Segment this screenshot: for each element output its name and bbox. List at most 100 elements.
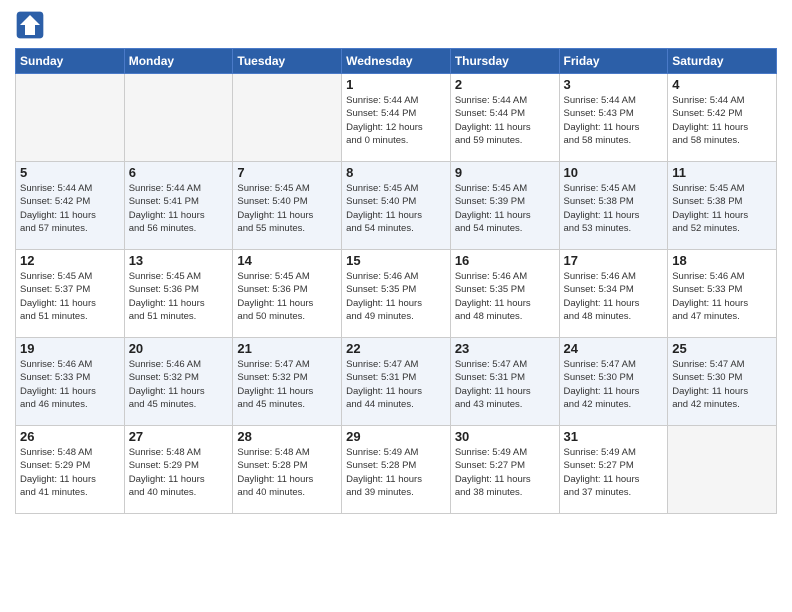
calendar-cell: 27Sunrise: 5:48 AM Sunset: 5:29 PM Dayli… bbox=[124, 426, 233, 514]
day-number: 6 bbox=[129, 165, 229, 180]
day-number: 22 bbox=[346, 341, 446, 356]
week-row-5: 26 Sunrise: 5:48 AM Sunset: 5:29 PM Dayli… bbox=[16, 426, 777, 514]
day-info: Sunrise: 5:46 AM Sunset: 5:33 PM Dayligh… bbox=[20, 358, 120, 411]
weekday-header-thursday: Thursday bbox=[450, 49, 559, 74]
weekday-header-wednesday: Wednesday bbox=[342, 49, 451, 74]
calendar-cell: 3 Sunrise: 5:44 AM Sunset: 5:43 PM Daylig… bbox=[559, 74, 668, 162]
logo bbox=[15, 10, 49, 40]
day-info: Sunrise: 5:45 AM Sunset: 5:38 PM Dayligh… bbox=[564, 182, 664, 235]
calendar-cell: 28 Sunrise: 5:48 AM Sunset: 5:28 PM Dayli… bbox=[233, 426, 342, 514]
weekday-header-row: SundayMondayTuesdayWednesdayThursdayFrid… bbox=[16, 49, 777, 74]
day-number: 3 bbox=[564, 77, 664, 92]
calendar-cell: 24Sunrise: 5:47 AM Sunset: 5:30 PM Dayli… bbox=[559, 338, 668, 426]
calendar-cell: 26 Sunrise: 5:48 AM Sunset: 5:29 PM Dayli… bbox=[16, 426, 125, 514]
day-number: 7 bbox=[237, 165, 337, 180]
day-number: 8 bbox=[346, 165, 446, 180]
calendar-cell: 6Sunrise: 5:44 AM Sunset: 5:41 PM Daylig… bbox=[124, 162, 233, 250]
day-number: 1 bbox=[346, 77, 446, 92]
day-info: Sunrise: 5:46 AM Sunset: 5:35 PM Dayligh… bbox=[455, 270, 555, 323]
week-row-1: 1 Sunrise: 5:44 AM Sunset: 5:44 PM Daylig… bbox=[16, 74, 777, 162]
day-number: 14 bbox=[237, 253, 337, 268]
calendar-cell: 22 Sunrise: 5:47 AM Sunset: 5:31 PM Dayli… bbox=[342, 338, 451, 426]
calendar-cell: 16 Sunrise: 5:46 AM Sunset: 5:35 PM Dayli… bbox=[450, 250, 559, 338]
day-info: Sunrise: 5:46 AM Sunset: 5:35 PM Dayligh… bbox=[346, 270, 446, 323]
day-number: 31 bbox=[564, 429, 664, 444]
day-number: 24 bbox=[564, 341, 664, 356]
calendar-cell: 7 Sunrise: 5:45 AM Sunset: 5:40 PM Daylig… bbox=[233, 162, 342, 250]
day-number: 9 bbox=[455, 165, 555, 180]
week-row-4: 19 Sunrise: 5:46 AM Sunset: 5:33 PM Dayli… bbox=[16, 338, 777, 426]
logo-icon bbox=[15, 10, 45, 40]
calendar-cell: 31 Sunrise: 5:49 AM Sunset: 5:27 PM Dayli… bbox=[559, 426, 668, 514]
day-number: 25 bbox=[672, 341, 772, 356]
day-info: Sunrise: 5:47 AM Sunset: 5:30 PM Dayligh… bbox=[672, 358, 772, 411]
day-info: Sunrise: 5:45 AM Sunset: 5:37 PM Dayligh… bbox=[20, 270, 120, 323]
day-number: 28 bbox=[237, 429, 337, 444]
day-info: Sunrise: 5:45 AM Sunset: 5:39 PM Dayligh… bbox=[455, 182, 555, 235]
day-info: Sunrise: 5:47 AM Sunset: 5:31 PM Dayligh… bbox=[346, 358, 446, 411]
weekday-header-tuesday: Tuesday bbox=[233, 49, 342, 74]
calendar-cell: 15 Sunrise: 5:46 AM Sunset: 5:35 PM Dayli… bbox=[342, 250, 451, 338]
calendar-cell: 14 Sunrise: 5:45 AM Sunset: 5:36 PM Dayli… bbox=[233, 250, 342, 338]
day-number: 30 bbox=[455, 429, 555, 444]
weekday-header-sunday: Sunday bbox=[16, 49, 125, 74]
day-number: 19 bbox=[20, 341, 120, 356]
day-number: 4 bbox=[672, 77, 772, 92]
header bbox=[15, 10, 777, 40]
day-info: Sunrise: 5:49 AM Sunset: 5:27 PM Dayligh… bbox=[564, 446, 664, 499]
weekday-header-friday: Friday bbox=[559, 49, 668, 74]
day-info: Sunrise: 5:44 AM Sunset: 5:42 PM Dayligh… bbox=[672, 94, 772, 147]
week-row-3: 12 Sunrise: 5:45 AM Sunset: 5:37 PM Dayli… bbox=[16, 250, 777, 338]
calendar-cell bbox=[16, 74, 125, 162]
day-number: 26 bbox=[20, 429, 120, 444]
day-number: 12 bbox=[20, 253, 120, 268]
day-number: 23 bbox=[455, 341, 555, 356]
day-number: 29 bbox=[346, 429, 446, 444]
day-number: 15 bbox=[346, 253, 446, 268]
week-row-2: 5Sunrise: 5:44 AM Sunset: 5:42 PM Daylig… bbox=[16, 162, 777, 250]
calendar-cell: 23Sunrise: 5:47 AM Sunset: 5:31 PM Dayli… bbox=[450, 338, 559, 426]
calendar: SundayMondayTuesdayWednesdayThursdayFrid… bbox=[15, 48, 777, 514]
day-number: 2 bbox=[455, 77, 555, 92]
day-info: Sunrise: 5:49 AM Sunset: 5:27 PM Dayligh… bbox=[455, 446, 555, 499]
calendar-cell: 10 Sunrise: 5:45 AM Sunset: 5:38 PM Dayli… bbox=[559, 162, 668, 250]
day-number: 27 bbox=[129, 429, 229, 444]
day-info: Sunrise: 5:44 AM Sunset: 5:44 PM Dayligh… bbox=[455, 94, 555, 147]
day-number: 16 bbox=[455, 253, 555, 268]
calendar-cell: 9 Sunrise: 5:45 AM Sunset: 5:39 PM Daylig… bbox=[450, 162, 559, 250]
day-info: Sunrise: 5:46 AM Sunset: 5:32 PM Dayligh… bbox=[129, 358, 229, 411]
calendar-cell: 12 Sunrise: 5:45 AM Sunset: 5:37 PM Dayli… bbox=[16, 250, 125, 338]
day-info: Sunrise: 5:47 AM Sunset: 5:32 PM Dayligh… bbox=[237, 358, 337, 411]
day-info: Sunrise: 5:44 AM Sunset: 5:43 PM Dayligh… bbox=[564, 94, 664, 147]
calendar-cell bbox=[233, 74, 342, 162]
day-info: Sunrise: 5:45 AM Sunset: 5:36 PM Dayligh… bbox=[237, 270, 337, 323]
calendar-cell: 18Sunrise: 5:46 AM Sunset: 5:33 PM Dayli… bbox=[668, 250, 777, 338]
calendar-cell: 4 Sunrise: 5:44 AM Sunset: 5:42 PM Daylig… bbox=[668, 74, 777, 162]
calendar-cell: 29 Sunrise: 5:49 AM Sunset: 5:28 PM Dayli… bbox=[342, 426, 451, 514]
day-info: Sunrise: 5:49 AM Sunset: 5:28 PM Dayligh… bbox=[346, 446, 446, 499]
day-number: 18 bbox=[672, 253, 772, 268]
day-info: Sunrise: 5:48 AM Sunset: 5:29 PM Dayligh… bbox=[20, 446, 120, 499]
day-info: Sunrise: 5:45 AM Sunset: 5:36 PM Dayligh… bbox=[129, 270, 229, 323]
day-number: 10 bbox=[564, 165, 664, 180]
calendar-cell bbox=[124, 74, 233, 162]
calendar-cell bbox=[668, 426, 777, 514]
day-info: Sunrise: 5:44 AM Sunset: 5:44 PM Dayligh… bbox=[346, 94, 446, 147]
weekday-header-monday: Monday bbox=[124, 49, 233, 74]
day-info: Sunrise: 5:45 AM Sunset: 5:38 PM Dayligh… bbox=[672, 182, 772, 235]
day-number: 5 bbox=[20, 165, 120, 180]
calendar-cell: 30 Sunrise: 5:49 AM Sunset: 5:27 PM Dayli… bbox=[450, 426, 559, 514]
day-number: 17 bbox=[564, 253, 664, 268]
day-info: Sunrise: 5:48 AM Sunset: 5:28 PM Dayligh… bbox=[237, 446, 337, 499]
calendar-cell: 1 Sunrise: 5:44 AM Sunset: 5:44 PM Daylig… bbox=[342, 74, 451, 162]
calendar-cell: 8 Sunrise: 5:45 AM Sunset: 5:40 PM Daylig… bbox=[342, 162, 451, 250]
day-number: 11 bbox=[672, 165, 772, 180]
calendar-cell: 19 Sunrise: 5:46 AM Sunset: 5:33 PM Dayli… bbox=[16, 338, 125, 426]
calendar-cell: 21 Sunrise: 5:47 AM Sunset: 5:32 PM Dayli… bbox=[233, 338, 342, 426]
day-number: 21 bbox=[237, 341, 337, 356]
weekday-header-saturday: Saturday bbox=[668, 49, 777, 74]
day-info: Sunrise: 5:45 AM Sunset: 5:40 PM Dayligh… bbox=[237, 182, 337, 235]
calendar-cell: 17Sunrise: 5:46 AM Sunset: 5:34 PM Dayli… bbox=[559, 250, 668, 338]
day-info: Sunrise: 5:45 AM Sunset: 5:40 PM Dayligh… bbox=[346, 182, 446, 235]
calendar-cell: 5Sunrise: 5:44 AM Sunset: 5:42 PM Daylig… bbox=[16, 162, 125, 250]
